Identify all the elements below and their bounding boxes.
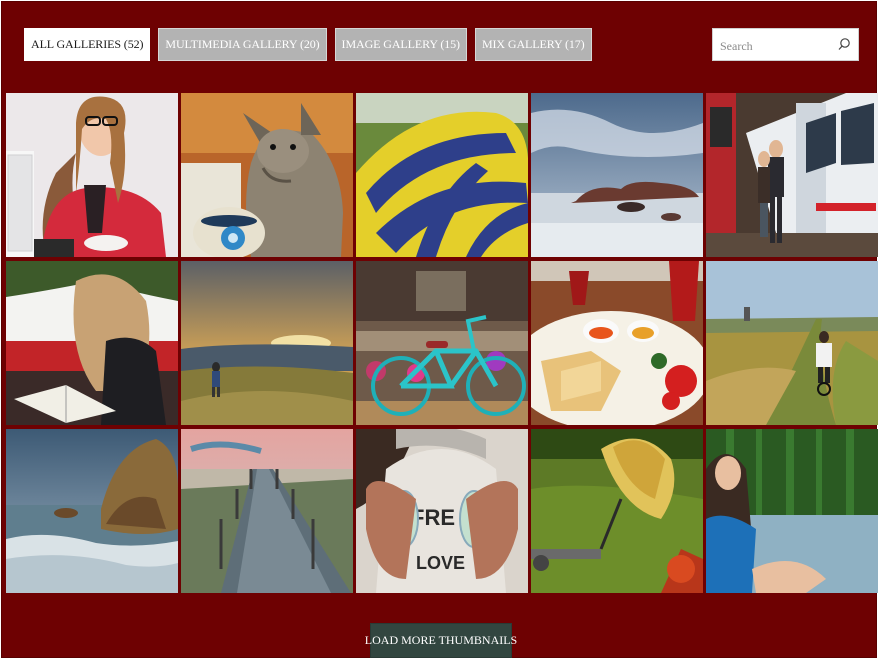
thumbnail-image — [706, 429, 878, 593]
filter-image-gallery[interactable]: IMAGE GALLERY (15) — [334, 28, 467, 61]
search-box — [712, 28, 859, 61]
thumbnail-grid: FRE LOVE — [6, 93, 878, 593]
thumbnail-image — [181, 429, 353, 593]
thumbnail-woman-reading[interactable] — [6, 261, 178, 425]
thumbnail-kitten-with-teacup[interactable] — [181, 93, 353, 257]
thumbnail-image — [356, 93, 528, 257]
thumbnail-cyclist-field[interactable] — [706, 261, 878, 425]
thumbnail-woman-at-laptop[interactable] — [6, 93, 178, 257]
thumbnail-image — [531, 93, 703, 257]
filter-multimedia-gallery[interactable]: MULTIMEDIA GALLERY (20) — [158, 28, 327, 61]
thumbnail-boardwalk[interactable] — [181, 429, 353, 593]
thumbnail-image — [356, 261, 528, 425]
thumbnail-woman-by-lake[interactable] — [706, 429, 878, 593]
thumbnail-image — [706, 93, 878, 257]
thumbnail-image — [181, 93, 353, 257]
thumbnail-image — [181, 261, 353, 425]
search-icon[interactable] — [837, 37, 851, 51]
search-input[interactable] — [718, 36, 832, 56]
thumbnail-image — [531, 261, 703, 425]
load-more-button[interactable]: LOAD MORE THUMBNAILS — [365, 623, 517, 658]
thumbnail-image — [6, 93, 178, 257]
thumbnail-breakfast[interactable] — [531, 261, 703, 425]
thumbnail-hot-air-balloon[interactable] — [356, 93, 528, 257]
thumbnail-image — [706, 261, 878, 425]
thumbnail-turquoise-bicycle[interactable] — [356, 261, 528, 425]
filter-mix-gallery[interactable]: MIX GALLERY (17) — [474, 28, 592, 61]
thumbnail-image — [6, 261, 178, 425]
thumbnail-rocky-seashore[interactable] — [531, 93, 703, 257]
thumbnail-image — [6, 429, 178, 593]
thumbnail-hiker-sunset[interactable] — [181, 261, 353, 425]
thumbnail-image: FRE LOVE — [356, 429, 528, 593]
gallery-filter-bar: ALL GALLERIES (52) MULTIMEDIA GALLERY (2… — [24, 28, 592, 61]
thumbnail-couple-by-tram[interactable] — [706, 93, 878, 257]
svg-text:LOVE: LOVE — [416, 553, 465, 573]
thumbnail-image — [531, 429, 703, 593]
thumbnail-headphones[interactable]: FRE LOVE — [356, 429, 528, 593]
gallery-page: ALL GALLERIES (52) MULTIMEDIA GALLERY (2… — [1, 1, 878, 658]
filter-all-galleries[interactable]: ALL GALLERIES (52) — [24, 28, 151, 61]
thumbnail-sea-rocks[interactable] — [6, 429, 178, 593]
thumbnail-straw-hat[interactable] — [531, 429, 703, 593]
